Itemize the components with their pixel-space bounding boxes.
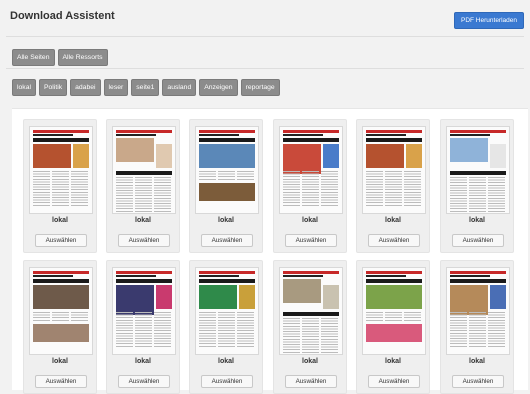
- page-ressort-label: lokal: [135, 358, 151, 365]
- page-thumbnail[interactable]: [112, 267, 176, 355]
- ressort-button-ausland[interactable]: ausland: [162, 79, 197, 96]
- page-ressort-label: lokal: [52, 358, 68, 365]
- select-page-button[interactable]: Auswählen: [35, 375, 87, 388]
- page-card: lokal Auswählen: [440, 260, 514, 394]
- ressort-button-reportage[interactable]: reportage: [240, 79, 280, 96]
- divider: [6, 36, 524, 37]
- page-thumbnail[interactable]: [362, 267, 426, 355]
- page-card: lokal Auswählen: [273, 260, 347, 394]
- page-grid: lokal Auswählen lokal Auswählen lokal Auswähl…: [12, 108, 528, 394]
- page-ressort-label: lokal: [52, 217, 68, 224]
- header: Download Assistent PDF Herunterladen: [0, 0, 530, 36]
- select-page-button[interactable]: Auswählen: [201, 234, 253, 247]
- select-page-button[interactable]: Auswählen: [118, 234, 170, 247]
- select-page-button[interactable]: Auswählen: [201, 375, 253, 388]
- page-ressort-label: lokal: [218, 217, 234, 224]
- page-card: lokal Auswählen: [273, 119, 347, 253]
- pdf-download-button[interactable]: PDF Herunterladen: [454, 12, 524, 29]
- page-ressort-label: lokal: [218, 358, 234, 365]
- download-assistant-page: Download Assistent PDF Herunterladen All…: [0, 0, 530, 394]
- scope-filter: Alle Seiten Alle Ressorts: [12, 49, 108, 66]
- page-ressort-label: lokal: [385, 217, 401, 224]
- page-thumbnail[interactable]: [279, 126, 343, 214]
- page-card: lokal Auswählen: [356, 119, 430, 253]
- page-thumbnail[interactable]: [279, 267, 343, 355]
- page-ressort-label: lokal: [469, 217, 485, 224]
- ressort-button-politik[interactable]: Politik: [38, 79, 68, 96]
- ressort-button-seite1[interactable]: seite1: [131, 79, 160, 96]
- page-thumbnail[interactable]: [29, 267, 93, 355]
- page-thumbnail[interactable]: [195, 126, 259, 214]
- select-page-button[interactable]: Auswählen: [118, 375, 170, 388]
- select-page-button[interactable]: Auswählen: [452, 234, 504, 247]
- ressort-button-lokal[interactable]: lokal: [12, 79, 36, 96]
- ressort-button-anzeigen[interactable]: Anzeigen: [199, 79, 238, 96]
- page-ressort-label: lokal: [302, 217, 318, 224]
- page-ressort-label: lokal: [302, 358, 318, 365]
- ressort-button-adabei[interactable]: adabei: [70, 79, 101, 96]
- all-pages-button[interactable]: Alle Seiten: [12, 49, 55, 66]
- select-page-button[interactable]: Auswählen: [285, 375, 337, 388]
- ressort-button-leser[interactable]: leser: [103, 79, 129, 96]
- page-ressort-label: lokal: [385, 358, 401, 365]
- page-thumbnail[interactable]: [112, 126, 176, 214]
- page-thumbnail[interactable]: [446, 267, 510, 355]
- select-page-button[interactable]: Auswählen: [368, 375, 420, 388]
- page-ressort-label: lokal: [135, 217, 151, 224]
- divider: [6, 68, 524, 69]
- select-page-button[interactable]: Auswählen: [35, 234, 87, 247]
- page-card: lokal Auswählen: [356, 260, 430, 394]
- select-page-button[interactable]: Auswählen: [368, 234, 420, 247]
- page-thumbnail[interactable]: [446, 126, 510, 214]
- page-card: lokal Auswählen: [23, 260, 97, 394]
- page-thumbnail[interactable]: [362, 126, 426, 214]
- page-card: lokal Auswählen: [23, 119, 97, 253]
- page-thumbnail[interactable]: [29, 126, 93, 214]
- page-card: lokal Auswählen: [440, 119, 514, 253]
- page-ressort-label: lokal: [469, 358, 485, 365]
- page-title: Download Assistent: [10, 10, 115, 22]
- select-page-button[interactable]: Auswählen: [285, 234, 337, 247]
- page-card: lokal Auswählen: [106, 260, 180, 394]
- ressort-filter: lokal Politik adabei leser seite1 auslan…: [12, 79, 280, 96]
- page-card: lokal Auswählen: [189, 260, 263, 394]
- page-card: lokal Auswählen: [189, 119, 263, 253]
- page-card: lokal Auswählen: [106, 119, 180, 253]
- all-ressorts-button[interactable]: Alle Ressorts: [57, 49, 108, 66]
- page-thumbnail[interactable]: [195, 267, 259, 355]
- select-page-button[interactable]: Auswählen: [452, 375, 504, 388]
